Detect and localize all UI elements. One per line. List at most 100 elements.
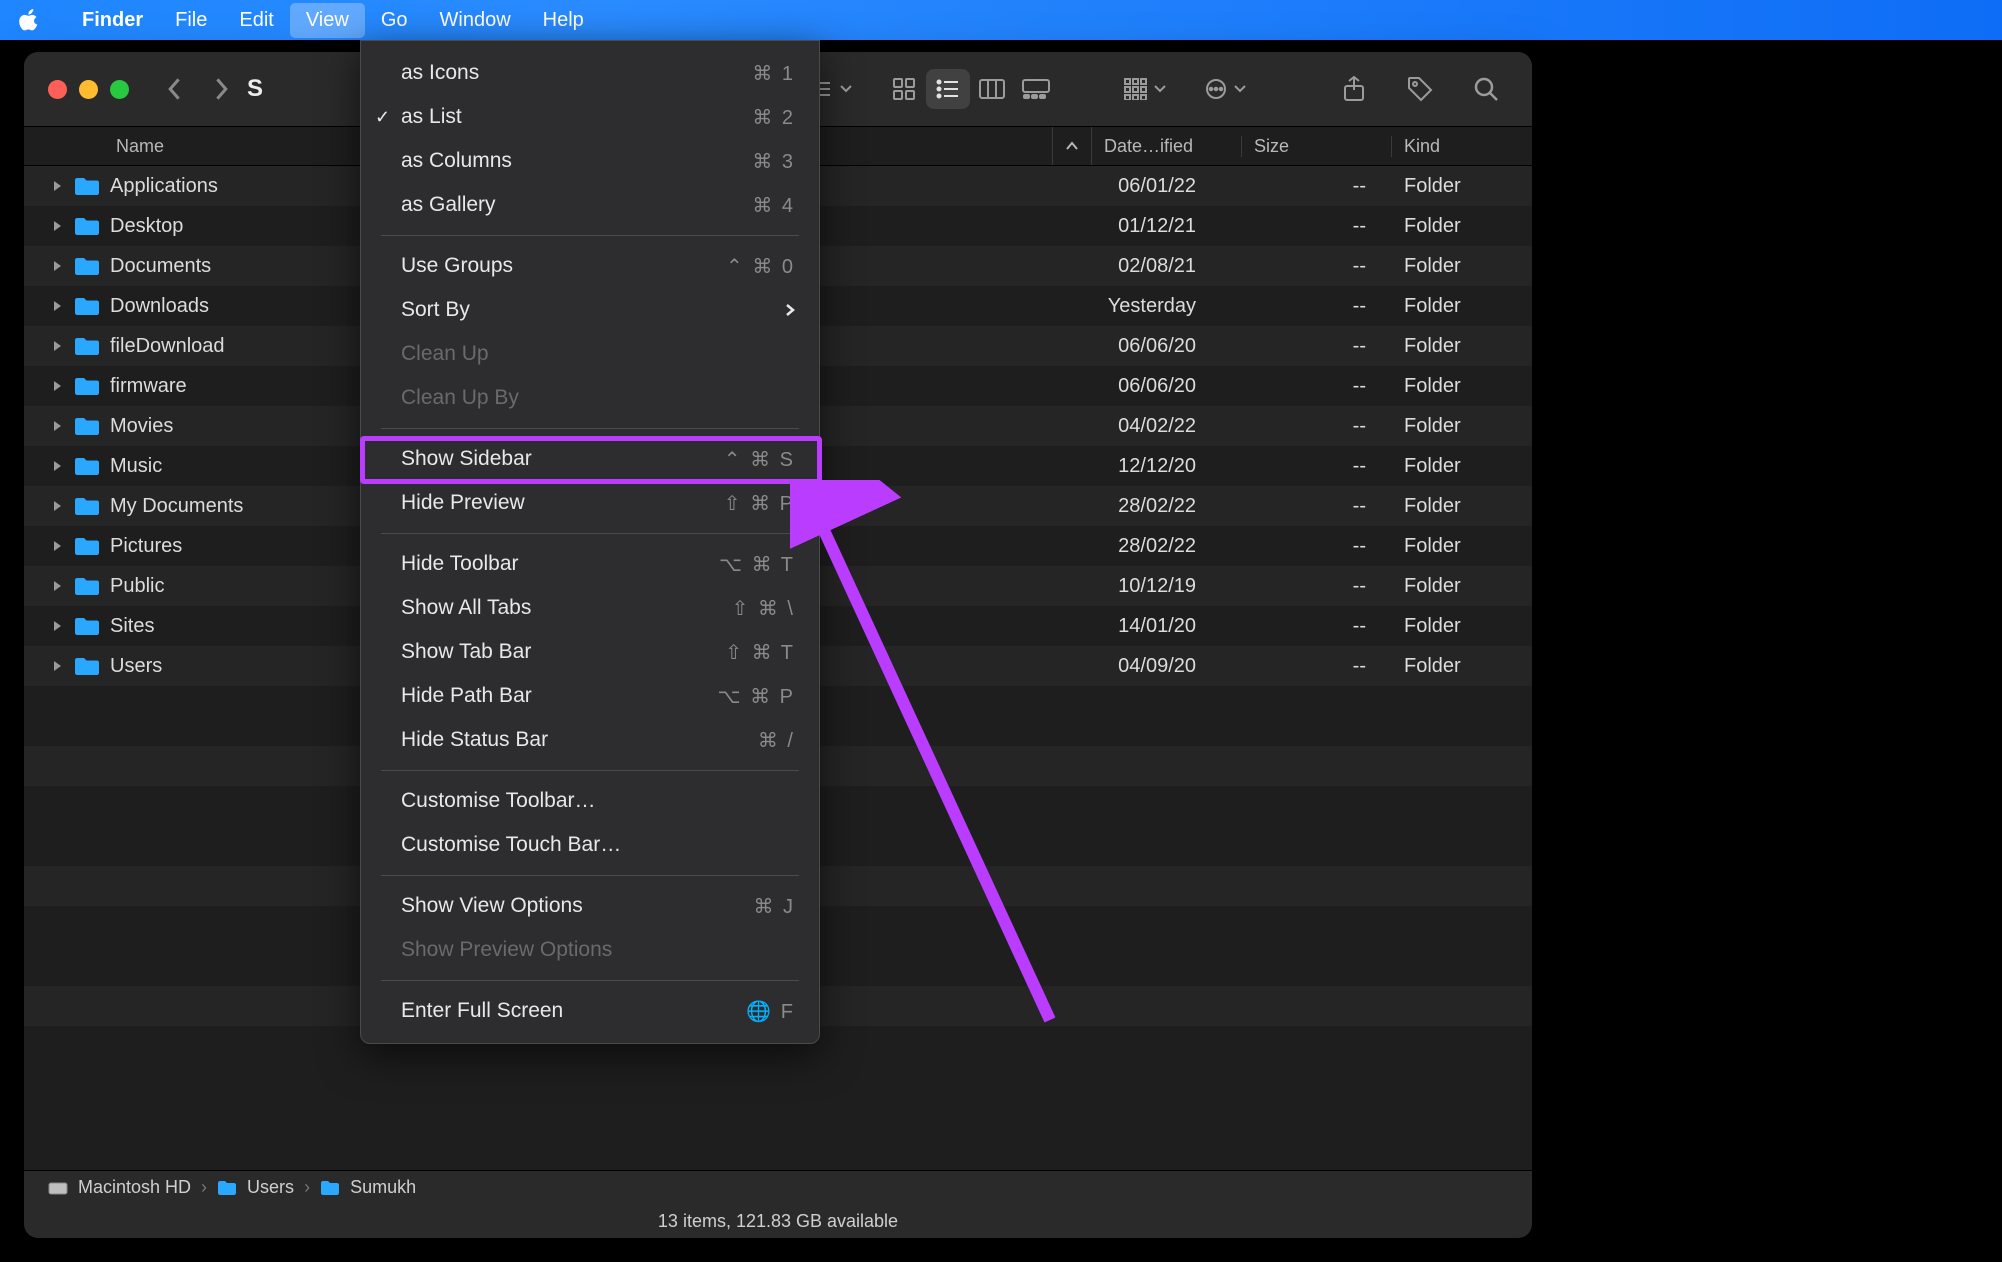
menu-item[interactable]: Sort By [361, 288, 819, 332]
disclosure-triangle-icon[interactable] [52, 300, 64, 312]
menu-item-label: Sort By [401, 298, 470, 322]
disclosure-triangle-icon[interactable] [52, 500, 64, 512]
file-size: -- [1242, 175, 1392, 198]
nav-arrows [167, 77, 229, 101]
menubar-item-view[interactable]: View [290, 3, 365, 38]
file-date: 04/09/20 [1050, 655, 1242, 678]
zoom-window-button[interactable] [110, 80, 129, 99]
view-mode-switch [882, 69, 1058, 109]
disclosure-triangle-icon[interactable] [52, 180, 64, 192]
menubar-app-name[interactable]: Finder [66, 3, 159, 38]
file-size: -- [1242, 295, 1392, 318]
status-bar: 13 items, 121.83 GB available [24, 1204, 1532, 1238]
keyboard-shortcut: ⌘ / [758, 728, 795, 753]
window-controls [48, 80, 129, 99]
menu-separator [381, 980, 799, 981]
file-date: 04/02/22 [1050, 415, 1242, 438]
menu-item[interactable]: Customise Touch Bar… [361, 823, 819, 867]
action-dropdown[interactable] [1196, 69, 1254, 109]
disclosure-triangle-icon[interactable] [52, 620, 64, 632]
file-kind: Folder [1392, 615, 1532, 638]
menu-item[interactable]: Show Tab Bar⇧ ⌘ T [361, 630, 819, 674]
folder-icon [217, 1180, 237, 1196]
menu-item-label: Hide Toolbar [401, 552, 519, 576]
menu-item[interactable]: Enter Full Screen🌐 F [361, 989, 819, 1033]
column-header-size[interactable]: Size [1242, 136, 1392, 157]
file-name: Applications [110, 175, 218, 198]
folder-icon [74, 416, 100, 436]
menu-item[interactable]: Customise Toolbar… [361, 779, 819, 823]
menu-item[interactable]: Show View Options⌘ J [361, 884, 819, 928]
menu-item: Clean Up By [361, 376, 819, 420]
file-size: -- [1242, 335, 1392, 358]
menu-item[interactable]: Show All Tabs⇧ ⌘ \ [361, 586, 819, 630]
column-header-kind[interactable]: Kind [1392, 136, 1532, 157]
minimize-window-button[interactable] [79, 80, 98, 99]
menu-item[interactable]: Hide Status Bar ⌘ / [361, 718, 819, 762]
disclosure-triangle-icon[interactable] [52, 340, 64, 352]
disclosure-triangle-icon[interactable] [52, 260, 64, 272]
menubar-item-file[interactable]: File [159, 3, 223, 38]
share-button[interactable] [1332, 69, 1376, 109]
path-segment[interactable]: Sumukh [350, 1177, 416, 1198]
disclosure-triangle-icon[interactable] [52, 380, 64, 392]
menu-item-label: Hide Status Bar [401, 728, 548, 752]
folder-icon [74, 656, 100, 676]
menu-item-label: Customise Toolbar… [401, 789, 596, 813]
close-window-button[interactable] [48, 80, 67, 99]
view-list-button[interactable] [926, 69, 970, 109]
menu-separator [381, 875, 799, 876]
share-dropdown[interactable] [1116, 69, 1174, 109]
path-segment[interactable]: Macintosh HD [78, 1177, 191, 1198]
menu-item[interactable]: as Columns⌘ 3 [361, 139, 819, 183]
column-sort-indicator[interactable] [1052, 127, 1092, 165]
keyboard-shortcut: ⌘ 2 [752, 105, 795, 130]
chevron-right-icon: › [201, 1177, 207, 1198]
chevron-right-icon: › [304, 1177, 310, 1198]
file-size: -- [1242, 655, 1392, 678]
file-name: Documents [110, 255, 211, 278]
menubar-item-edit[interactable]: Edit [223, 3, 289, 38]
menu-item[interactable]: Hide Preview⇧ ⌘ P [361, 481, 819, 525]
file-name: Users [110, 655, 162, 678]
file-size: -- [1242, 255, 1392, 278]
menubar-item-window[interactable]: Window [424, 3, 527, 38]
disclosure-triangle-icon[interactable] [52, 540, 64, 552]
tags-button[interactable] [1398, 69, 1442, 109]
folder-icon [74, 536, 100, 556]
menubar-item-help[interactable]: Help [527, 3, 600, 38]
disclosure-triangle-icon[interactable] [52, 460, 64, 472]
disclosure-triangle-icon[interactable] [52, 220, 64, 232]
keyboard-shortcut: ⌘ J [753, 894, 795, 919]
disclosure-triangle-icon[interactable] [52, 660, 64, 672]
column-header-date[interactable]: Date…ified [1092, 136, 1242, 157]
file-date: 06/06/20 [1050, 375, 1242, 398]
folder-icon [74, 176, 100, 196]
menu-item[interactable]: Hide Path Bar⌥ ⌘ P [361, 674, 819, 718]
menu-item[interactable]: Hide Toolbar⌥ ⌘ T [361, 542, 819, 586]
menu-item-label: as Columns [401, 149, 512, 173]
menu-item-label: Enter Full Screen [401, 999, 563, 1023]
menu-separator [381, 770, 799, 771]
view-gallery-button[interactable] [1014, 69, 1058, 109]
menu-item-label: Customise Touch Bar… [401, 833, 621, 857]
view-columns-button[interactable] [970, 69, 1014, 109]
menubar-item-go[interactable]: Go [365, 3, 424, 38]
apple-logo-icon[interactable] [18, 9, 40, 31]
menu-item[interactable]: Show Sidebar⌃ ⌘ S [361, 437, 819, 481]
menu-item[interactable]: Use Groups⌃ ⌘ 0 [361, 244, 819, 288]
menu-item[interactable]: as Gallery⌘ 4 [361, 183, 819, 227]
path-segment[interactable]: Users [247, 1177, 294, 1198]
menu-item[interactable]: ✓as List⌘ 2 [361, 95, 819, 139]
back-button[interactable] [167, 77, 183, 101]
file-size: -- [1242, 215, 1392, 238]
view-icons-button[interactable] [882, 69, 926, 109]
menu-item-label: Clean Up By [401, 386, 519, 410]
forward-button[interactable] [213, 77, 229, 101]
file-name: fileDownload [110, 335, 225, 358]
file-kind: Folder [1392, 415, 1532, 438]
search-button[interactable] [1464, 69, 1508, 109]
disclosure-triangle-icon[interactable] [52, 580, 64, 592]
disclosure-triangle-icon[interactable] [52, 420, 64, 432]
menu-item[interactable]: as Icons⌘ 1 [361, 51, 819, 95]
